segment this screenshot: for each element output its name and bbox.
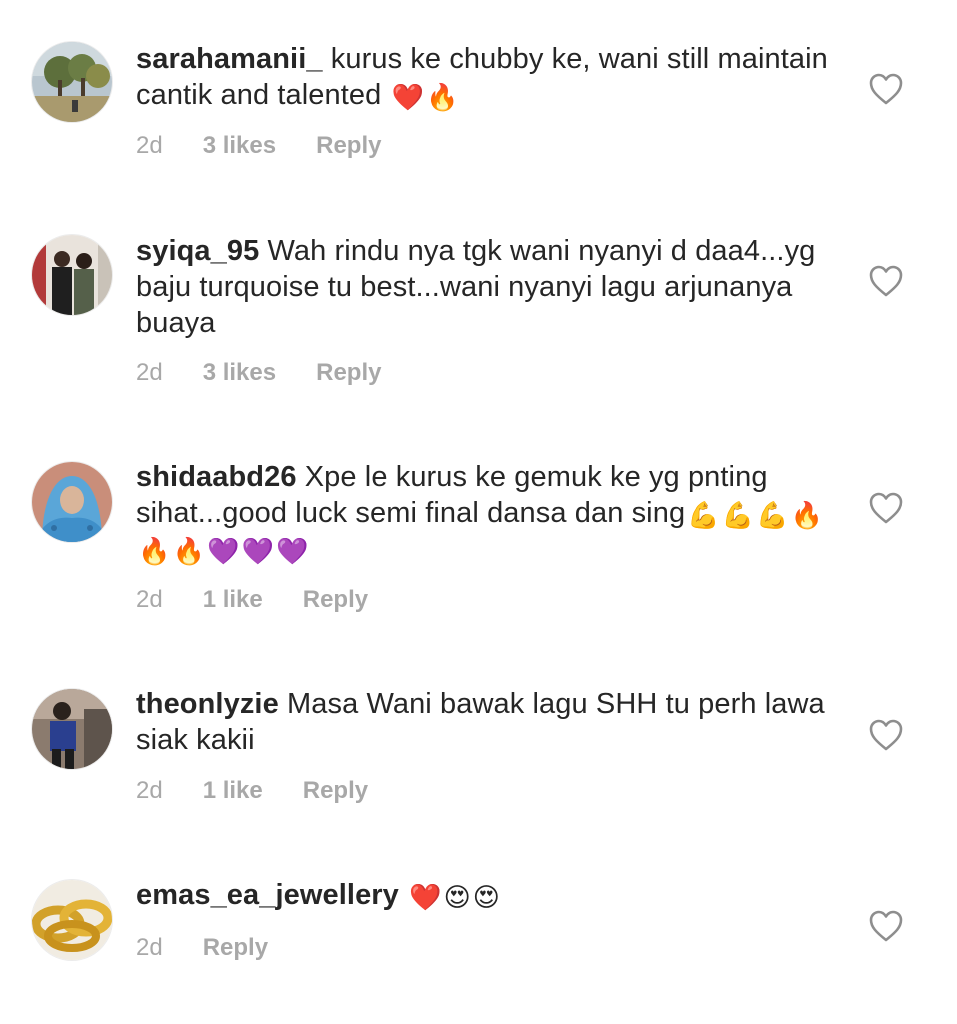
avatar[interactable] — [32, 689, 112, 769]
reply-button[interactable]: Reply — [316, 358, 381, 388]
flexed-biceps-emoji: 💪 — [687, 501, 720, 531]
comment-username[interactable]: syiqa_95 — [136, 235, 259, 267]
fire-emoji: 🔥 — [172, 537, 205, 567]
flexed-biceps-emoji: 💪 — [721, 501, 755, 531]
comment-meta: 2d 1 like Reply — [136, 585, 408, 615]
heart-emoji: ❤️ — [409, 883, 442, 913]
comment-text: syiqa_95 Wah rindu nya tgk wani nyanyi d… — [136, 233, 836, 341]
comment-username[interactable]: sarahamanii_ — [136, 43, 323, 75]
comment-likes[interactable]: 1 like — [203, 776, 263, 806]
flexed-biceps-emoji: 💪 — [756, 501, 789, 531]
heart-outline-icon[interactable] — [868, 909, 904, 943]
avatar[interactable] — [32, 880, 112, 960]
comment-time[interactable]: 2d — [136, 131, 163, 161]
heart-emoji: ❤️ — [391, 83, 425, 113]
comment-text: shidaabd26 Xpe le kurus ke gemuk ke yg p… — [136, 459, 836, 567]
fire-emoji: 🔥 — [138, 537, 171, 567]
comment-text: emas_ea_jewellery ❤️😍😍 — [136, 877, 836, 913]
comment-likes[interactable]: 1 like — [203, 585, 263, 615]
purple-heart-emoji: 💜 — [275, 537, 309, 567]
reply-button[interactable]: Reply — [303, 776, 368, 806]
comment-time[interactable]: 2d — [136, 933, 163, 963]
fire-emoji: 🔥 — [426, 83, 459, 113]
heart-outline-icon[interactable] — [868, 491, 904, 525]
reply-button[interactable]: Reply — [316, 131, 381, 161]
comment-username[interactable]: theonlyzie — [136, 688, 279, 720]
purple-heart-emoji: 💜 — [206, 537, 240, 567]
comment-likes[interactable]: 3 likes — [203, 131, 276, 161]
comment-username[interactable]: emas_ea_jewellery — [136, 879, 399, 911]
comment-text: sarahamanii_ kurus ke chubby ke, wani st… — [136, 41, 836, 113]
heart-outline-icon[interactable] — [868, 264, 904, 298]
heart-eyes-emoji: 😍 — [443, 883, 471, 913]
heart-outline-icon[interactable] — [868, 72, 904, 106]
comment-meta: 2d 3 likes Reply — [136, 358, 421, 388]
avatar[interactable] — [32, 42, 112, 122]
comment-time[interactable]: 2d — [136, 776, 163, 806]
fire-emoji: 🔥 — [790, 501, 824, 531]
comment-text: theonlyzie Masa Wani bawak lagu SHH tu p… — [136, 686, 836, 758]
comment-likes[interactable]: 3 likes — [203, 358, 276, 388]
comment-time[interactable]: 2d — [136, 358, 163, 388]
comment-meta: 2d 3 likes Reply — [136, 131, 421, 161]
avatar[interactable] — [32, 462, 112, 542]
comment-meta: 2d 1 like Reply — [136, 776, 408, 806]
avatar[interactable] — [32, 235, 112, 315]
comment-meta: 2d Reply — [136, 933, 308, 963]
heart-outline-icon[interactable] — [868, 718, 904, 752]
comment-time[interactable]: 2d — [136, 585, 163, 615]
purple-heart-emoji: 💜 — [241, 537, 274, 567]
reply-button[interactable]: Reply — [203, 933, 268, 963]
reply-button[interactable]: Reply — [303, 585, 368, 615]
heart-eyes-emoji: 😍 — [472, 883, 501, 913]
comment-username[interactable]: shidaabd26 — [136, 461, 297, 493]
